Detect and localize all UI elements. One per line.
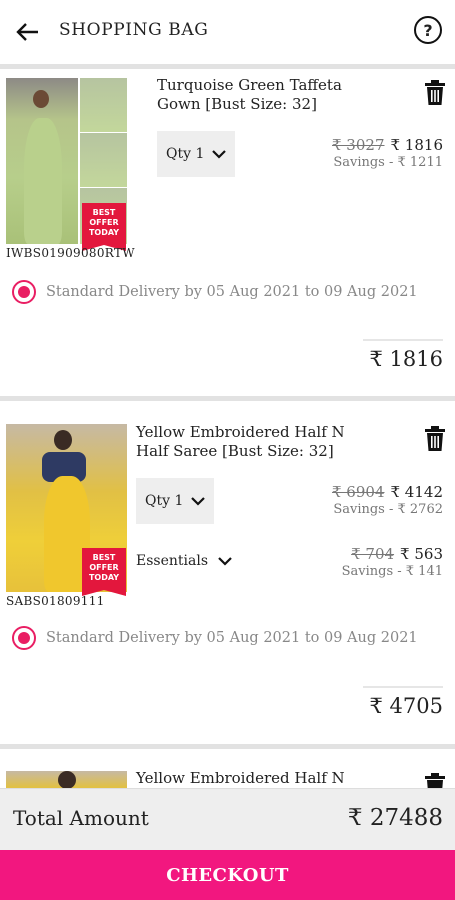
essentials-label: Essentials (136, 553, 209, 569)
app-header: SHOPPING BAG ? (0, 0, 455, 64)
product-image[interactable] (6, 78, 78, 244)
delete-button[interactable] (424, 80, 446, 106)
delete-button[interactable] (424, 426, 446, 452)
quantity-selector[interactable]: Qty 1 (157, 131, 235, 177)
cart-item: BEST OFFER TODAY IWBS01909080RTW Turquoi… (0, 69, 455, 396)
original-price: ₹ 3027 (332, 136, 385, 154)
chevron-down-icon (218, 556, 232, 566)
addon-original-price: ₹ 704 (351, 545, 395, 563)
offer-badge: BEST OFFER TODAY (82, 203, 126, 251)
price-line: ₹ 3027 ₹ 1816 (332, 136, 443, 154)
offer-badge: BEST OFFER TODAY (82, 548, 126, 596)
sale-price: ₹ 4142 (390, 483, 444, 501)
page-title: SHOPPING BAG (59, 20, 209, 40)
total-label: Total Amount (13, 806, 149, 830)
trash-icon (425, 80, 445, 105)
price-line: ₹ 6904 ₹ 4142 (332, 483, 443, 501)
help-button[interactable]: ? (414, 16, 442, 44)
chevron-down-icon (212, 149, 227, 159)
question-circle-icon: ? (423, 20, 433, 40)
product-title[interactable]: Turquoise Green Taffeta Gown [Bust Size:… (157, 76, 377, 114)
savings-text: Savings - ₹ 2762 (333, 502, 443, 517)
quantity-label: Qty 1 (166, 146, 205, 162)
product-image[interactable] (6, 771, 127, 788)
delivery-text: Standard Delivery by 05 Aug 2021 to 09 A… (46, 284, 418, 300)
quantity-selector[interactable]: Qty 1 (136, 478, 214, 524)
delivery-text: Standard Delivery by 05 Aug 2021 to 09 A… (46, 630, 418, 646)
savings-text: Savings - ₹ 1211 (333, 155, 443, 170)
addon-price-line: ₹ 704 ₹ 563 (351, 545, 443, 563)
chevron-down-icon (191, 496, 206, 506)
delivery-option[interactable]: Standard Delivery by 05 Aug 2021 to 09 A… (12, 280, 418, 304)
cart-item: BEST OFFER TODAY SABS01809111 Yellow Emb… (0, 401, 455, 744)
product-title[interactable]: Yellow Embroidered Half N Half Saree [Bu… (136, 423, 366, 461)
trash-icon (425, 773, 445, 788)
original-price: ₹ 6904 (332, 483, 385, 501)
item-subtotal: ₹ 1816 (363, 339, 443, 371)
quantity-label: Qty 1 (145, 493, 184, 509)
sale-price: ₹ 1816 (390, 136, 444, 154)
addon-sale-price: ₹ 563 (400, 545, 443, 563)
cart-item: Yellow Embroidered Half N (0, 749, 455, 788)
radio-selected-icon[interactable] (12, 626, 36, 650)
radio-selected-icon[interactable] (12, 280, 36, 304)
checkout-button[interactable]: CHECKOUT (0, 850, 455, 900)
total-amount: ₹ 27488 (347, 805, 443, 831)
product-thumbnail[interactable] (80, 133, 127, 187)
item-subtotal: ₹ 4705 (363, 686, 443, 718)
back-button[interactable] (14, 18, 42, 46)
trash-icon (425, 426, 445, 451)
product-sku: IWBS01909080RTW (6, 246, 135, 260)
essentials-toggle[interactable]: Essentials (136, 553, 232, 569)
total-bar: Total Amount ₹ 27488 (0, 788, 455, 850)
arrow-left-icon (16, 23, 38, 41)
product-sku: SABS01809111 (6, 594, 105, 608)
addon-savings-text: Savings - ₹ 141 (341, 564, 443, 579)
product-title[interactable]: Yellow Embroidered Half N (136, 769, 366, 788)
product-thumbnail[interactable] (80, 78, 127, 132)
delivery-option[interactable]: Standard Delivery by 05 Aug 2021 to 09 A… (12, 626, 418, 650)
delete-button[interactable] (424, 773, 446, 788)
